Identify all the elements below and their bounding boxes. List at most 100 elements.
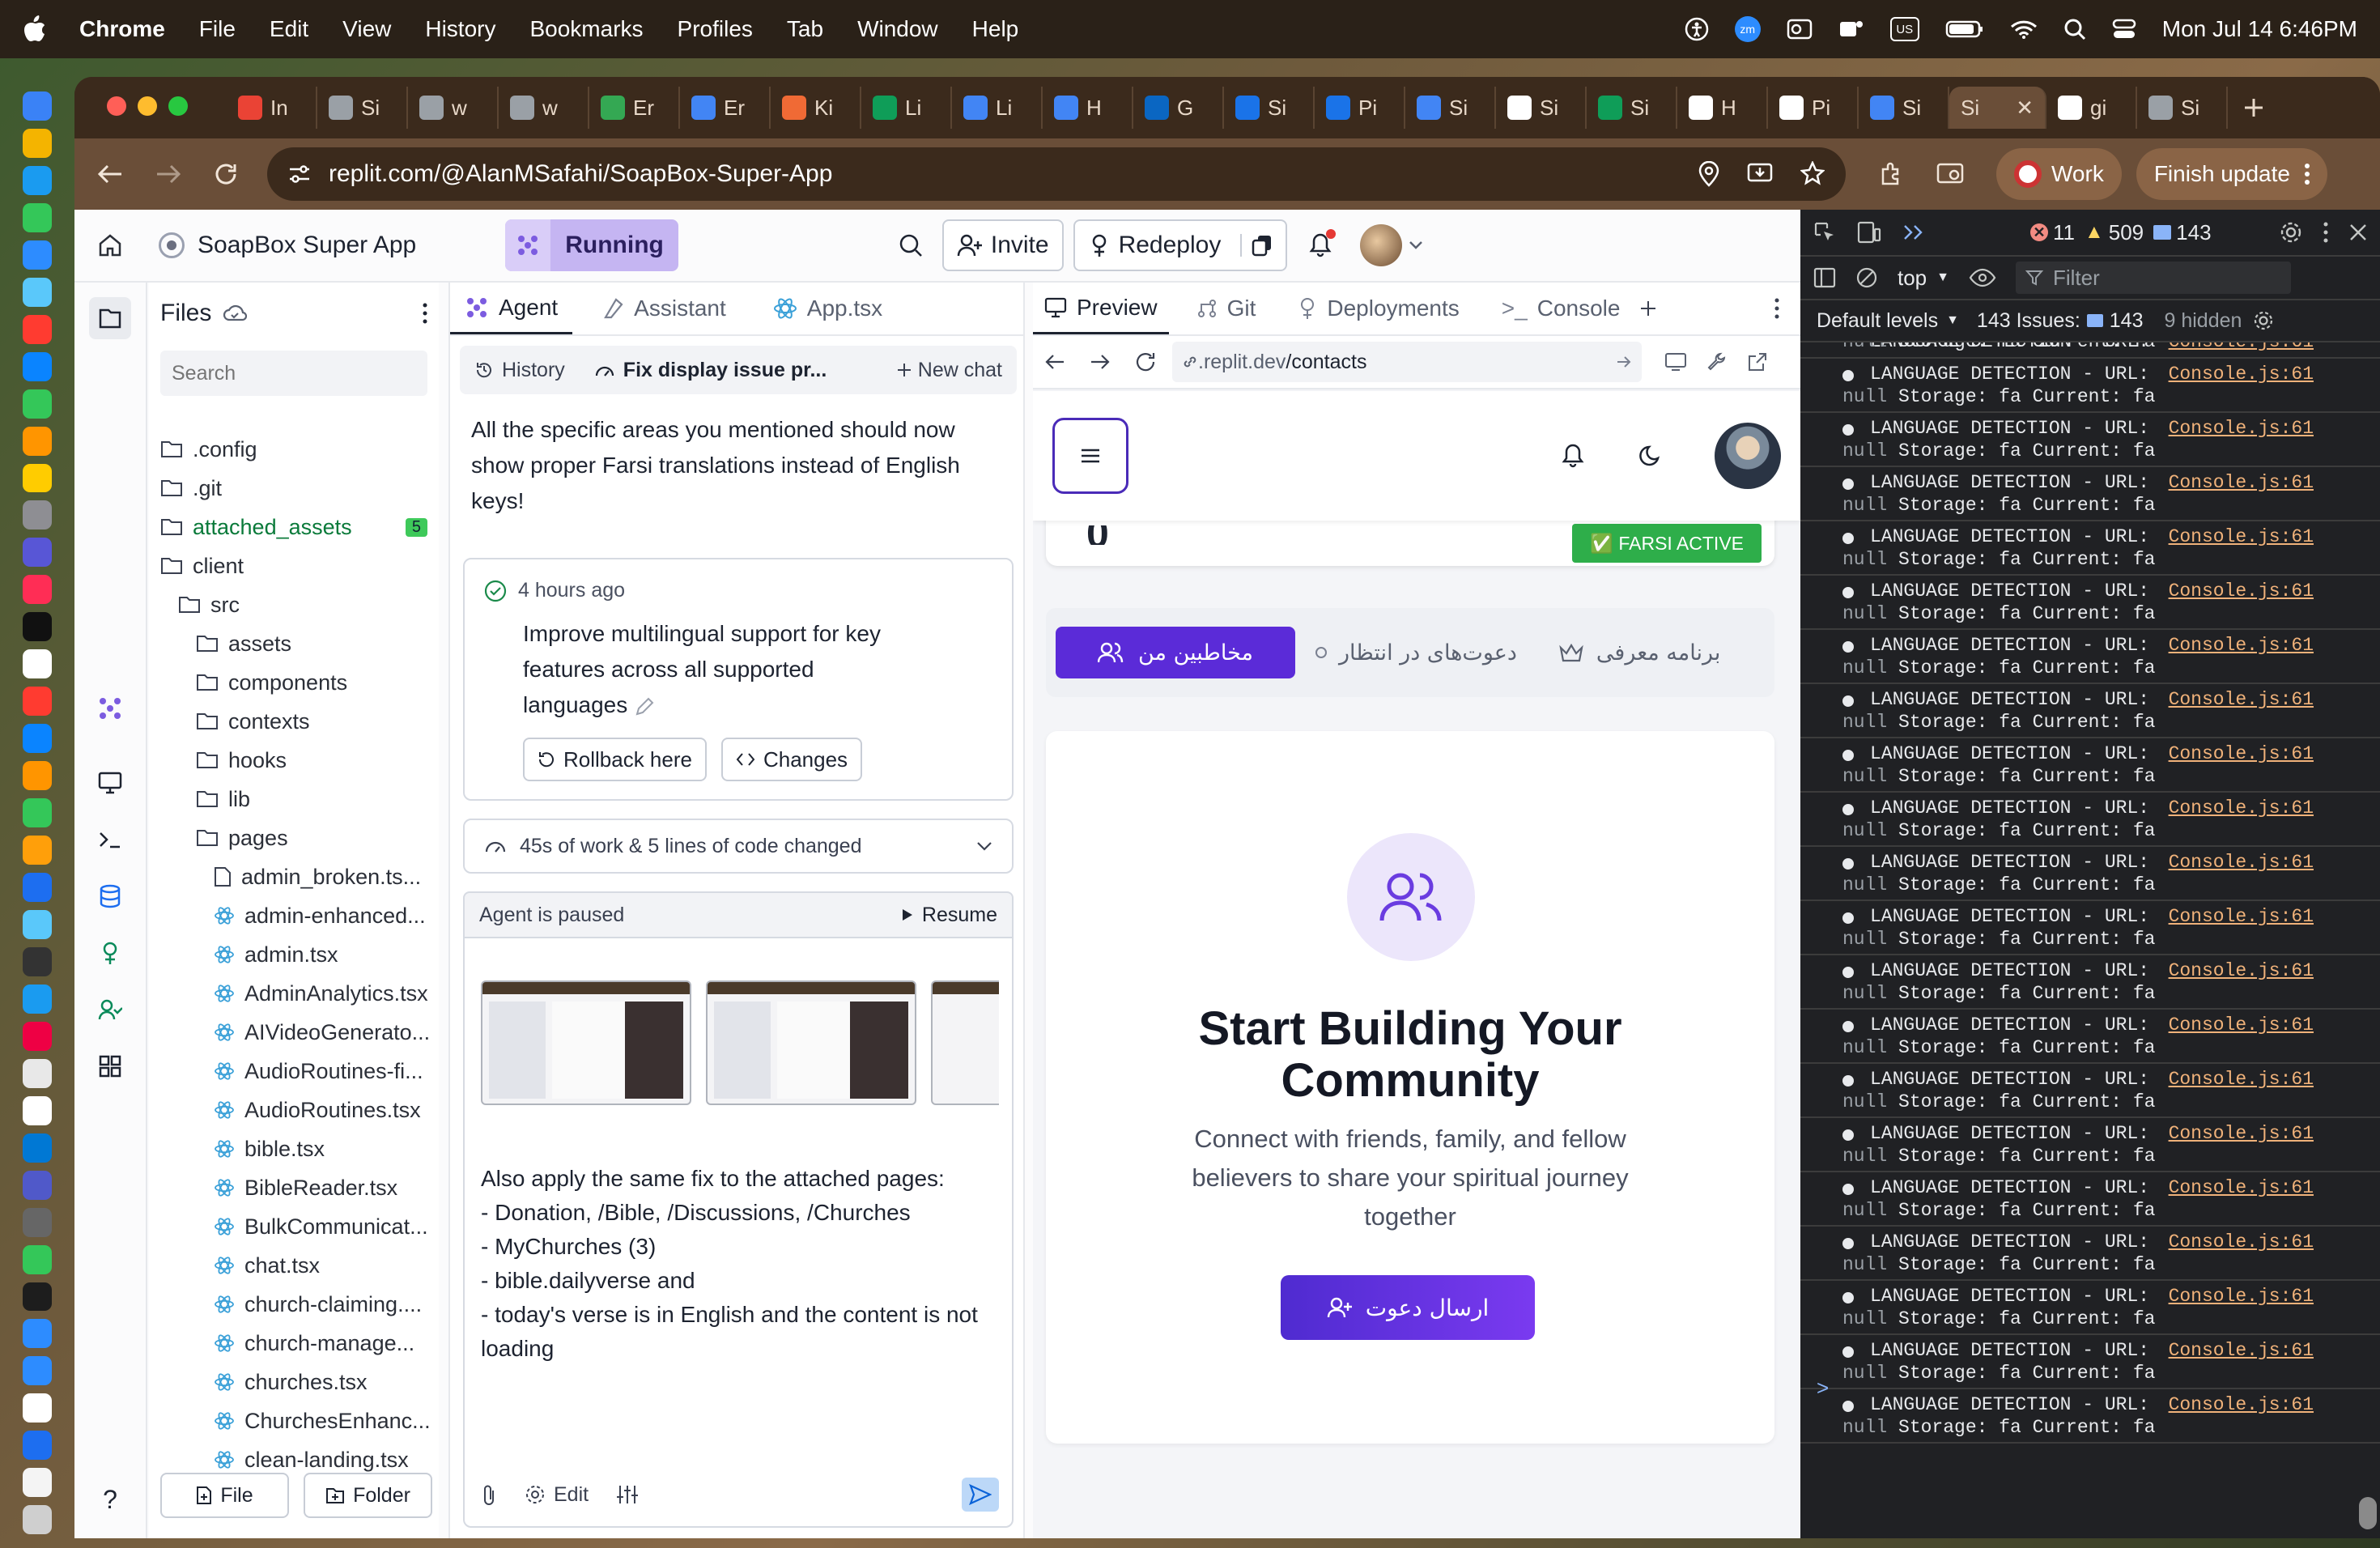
- console-log-entry[interactable]: LANGUAGE DETECTION - URL:null Storage: f…: [1800, 359, 2380, 413]
- preview-url-input[interactable]: .replit.dev/contacts: [1172, 342, 1642, 382]
- console-log-entry[interactable]: LANGUAGE DETECTION - URL:null Storage: f…: [1800, 738, 2380, 793]
- browser-tab[interactable]: Si: [1587, 87, 1677, 129]
- menu-item-history[interactable]: History: [425, 16, 495, 42]
- tab-pending-invites[interactable]: دعوت‌های در انتظار: [1315, 640, 1517, 666]
- outlook-icon[interactable]: [1787, 17, 1813, 41]
- browser-tab[interactable]: Si: [317, 87, 408, 129]
- dock-app-icon[interactable]: [23, 91, 52, 121]
- edit-mode-button[interactable]: Edit: [525, 1483, 589, 1507]
- current-chat[interactable]: Fix display issue pr...: [580, 359, 842, 382]
- log-source-link[interactable]: Console.js:61: [2169, 852, 2314, 873]
- attachment-thumbnail[interactable]: [931, 980, 999, 1105]
- dock-app-icon[interactable]: [23, 649, 52, 679]
- file-item[interactable]: AdminAnalytics.tsx: [149, 974, 439, 1013]
- dock-app-icon[interactable]: [23, 1244, 52, 1274]
- devtools-scrollbar[interactable]: [2359, 1497, 2377, 1529]
- zoom-window-button[interactable]: [168, 96, 188, 116]
- file-item[interactable]: admin_broken.ts...: [149, 857, 439, 896]
- more-panels-icon[interactable]: [1902, 223, 1925, 241]
- agent-tool-icon[interactable]: [89, 687, 131, 729]
- tab-git[interactable]: Git: [1182, 283, 1271, 334]
- console-log-entry[interactable]: LANGUAGE DETECTION - URL:null Storage: f…: [1800, 1281, 2380, 1335]
- notifications-bell-icon[interactable]: [1308, 229, 1337, 258]
- dock-app-icon[interactable]: [23, 946, 52, 976]
- dock-app-icon[interactable]: [23, 1468, 52, 1498]
- tab-my-contacts[interactable]: مخاطبین من: [1056, 627, 1295, 678]
- browser-tab[interactable]: H: [1677, 87, 1768, 129]
- project-name[interactable]: SoapBox Super App: [198, 232, 416, 259]
- reading-mode-icon[interactable]: [1936, 162, 1964, 186]
- log-source-link[interactable]: Console.js:61: [2169, 906, 2314, 927]
- user-avatar[interactable]: [1360, 224, 1403, 266]
- devtools-menu-icon[interactable]: [2323, 222, 2328, 243]
- file-item[interactable]: BibleReader.tsx: [149, 1168, 439, 1207]
- dock-app-icon[interactable]: [23, 463, 52, 493]
- kebab-menu-icon[interactable]: [1774, 298, 1779, 319]
- folder-item[interactable]: assets: [149, 624, 439, 663]
- browser-tab[interactable]: w: [499, 87, 589, 129]
- search-icon[interactable]: [899, 233, 923, 257]
- log-source-link[interactable]: Console.js:61: [2169, 689, 2314, 710]
- console-log-entry[interactable]: LANGUAGE DETECTION - URL:null Storage: f…: [1800, 630, 2380, 684]
- zoom-icon[interactable]: zm: [1734, 16, 1761, 42]
- chevron-down-icon[interactable]: [1409, 240, 1423, 250]
- chat-input-box[interactable]: Also apply the same fix to the attached …: [463, 937, 1014, 1528]
- console-log-entry[interactable]: LANGUAGE DETECTION - URL:null Storage: f…: [1800, 1389, 2380, 1444]
- profile-avatar[interactable]: [1715, 423, 1781, 489]
- console-log-entry[interactable]: LANGUAGE DETECTION - URL:null Storage: f…: [1800, 793, 2380, 847]
- log-source-link[interactable]: Console.js:61: [2169, 743, 2314, 764]
- log-source-link[interactable]: Console.js:61: [2169, 1177, 2314, 1198]
- log-source-link[interactable]: Console.js:61: [2169, 1123, 2314, 1144]
- users-tool-icon[interactable]: [89, 989, 131, 1031]
- dock-app-icon[interactable]: [23, 128, 52, 158]
- console-log-entry[interactable]: LANGUAGE DETECTION - URL:null Storage: f…: [1800, 1227, 2380, 1281]
- hamburger-menu-button[interactable]: [1052, 418, 1128, 494]
- message-count[interactable]: 143: [2153, 220, 2212, 245]
- file-item[interactable]: BulkCommunicat...: [149, 1207, 439, 1246]
- attachment-thumbnail[interactable]: [481, 980, 691, 1105]
- wrench-icon[interactable]: [1706, 351, 1728, 372]
- battery-icon[interactable]: [1945, 19, 1984, 39]
- shell-tool-icon[interactable]: [89, 819, 131, 861]
- console-log-entry[interactable]: LANGUAGE DETECTION - URL:null Storage: f…: [1800, 413, 2380, 467]
- dock-app-icon[interactable]: [23, 240, 52, 270]
- menu-item-help[interactable]: Help: [972, 16, 1019, 42]
- go-arrow-icon[interactable]: [1616, 355, 1632, 368]
- device-mode-icon[interactable]: [1857, 221, 1881, 244]
- dock-app-icon[interactable]: [23, 761, 52, 791]
- url-text[interactable]: replit.com/@AlanMSafahi/SoapBox-Super-Ap…: [329, 160, 832, 188]
- refresh-icon[interactable]: [1135, 351, 1156, 372]
- dock-app-icon[interactable]: [23, 687, 52, 717]
- dock-app-icon[interactable]: [23, 202, 52, 232]
- console-log-entry[interactable]: LANGUAGE DETECTION - URL:null Storage: f…: [1800, 1118, 2380, 1172]
- forward-arrow-icon[interactable]: [1090, 353, 1111, 371]
- folder-item[interactable]: src: [149, 585, 439, 624]
- dock-app-icon[interactable]: [23, 1393, 52, 1423]
- accessibility-icon[interactable]: [1685, 17, 1709, 41]
- console-log-entry[interactable]: LANGUAGE DETECTION - URL:null Storage: f…: [1800, 521, 2380, 576]
- dock-app-icon[interactable]: [23, 351, 52, 381]
- log-source-link[interactable]: Console.js:61: [2169, 960, 2314, 981]
- file-item[interactable]: AIVideoGenerato...: [149, 1013, 439, 1052]
- dock-app-icon[interactable]: [23, 165, 52, 195]
- menu-clock[interactable]: Mon Jul 14 6:46PM: [2162, 16, 2357, 42]
- dock-app-icon[interactable]: [23, 1319, 52, 1349]
- folder-item[interactable]: .git: [149, 469, 439, 508]
- file-item[interactable]: bible.tsx: [149, 1129, 439, 1168]
- open-external-icon[interactable]: [1747, 351, 1768, 372]
- live-expression-eye-icon[interactable]: [1969, 268, 1996, 287]
- browser-tab[interactable]: Pi: [1315, 87, 1405, 129]
- file-item[interactable]: admin-enhanced...: [149, 896, 439, 935]
- console-log-entry[interactable]: LANGUAGE DETECTION - URL:null Storage: f…: [1800, 342, 2380, 359]
- new-file-button[interactable]: File: [160, 1473, 289, 1518]
- browser-tab[interactable]: G: [1133, 87, 1224, 129]
- warning-count[interactable]: ▲ 509: [2085, 220, 2144, 245]
- menu-item-tab[interactable]: Tab: [787, 16, 823, 42]
- dock-app-icon[interactable]: [23, 724, 52, 754]
- log-source-link[interactable]: Console.js:61: [2169, 342, 2314, 352]
- folder-item[interactable]: pages: [149, 819, 439, 857]
- send-button[interactable]: [962, 1478, 999, 1512]
- forward-button[interactable]: [155, 163, 181, 185]
- dock-app-icon[interactable]: [23, 277, 52, 307]
- folder-item[interactable]: hooks: [149, 741, 439, 780]
